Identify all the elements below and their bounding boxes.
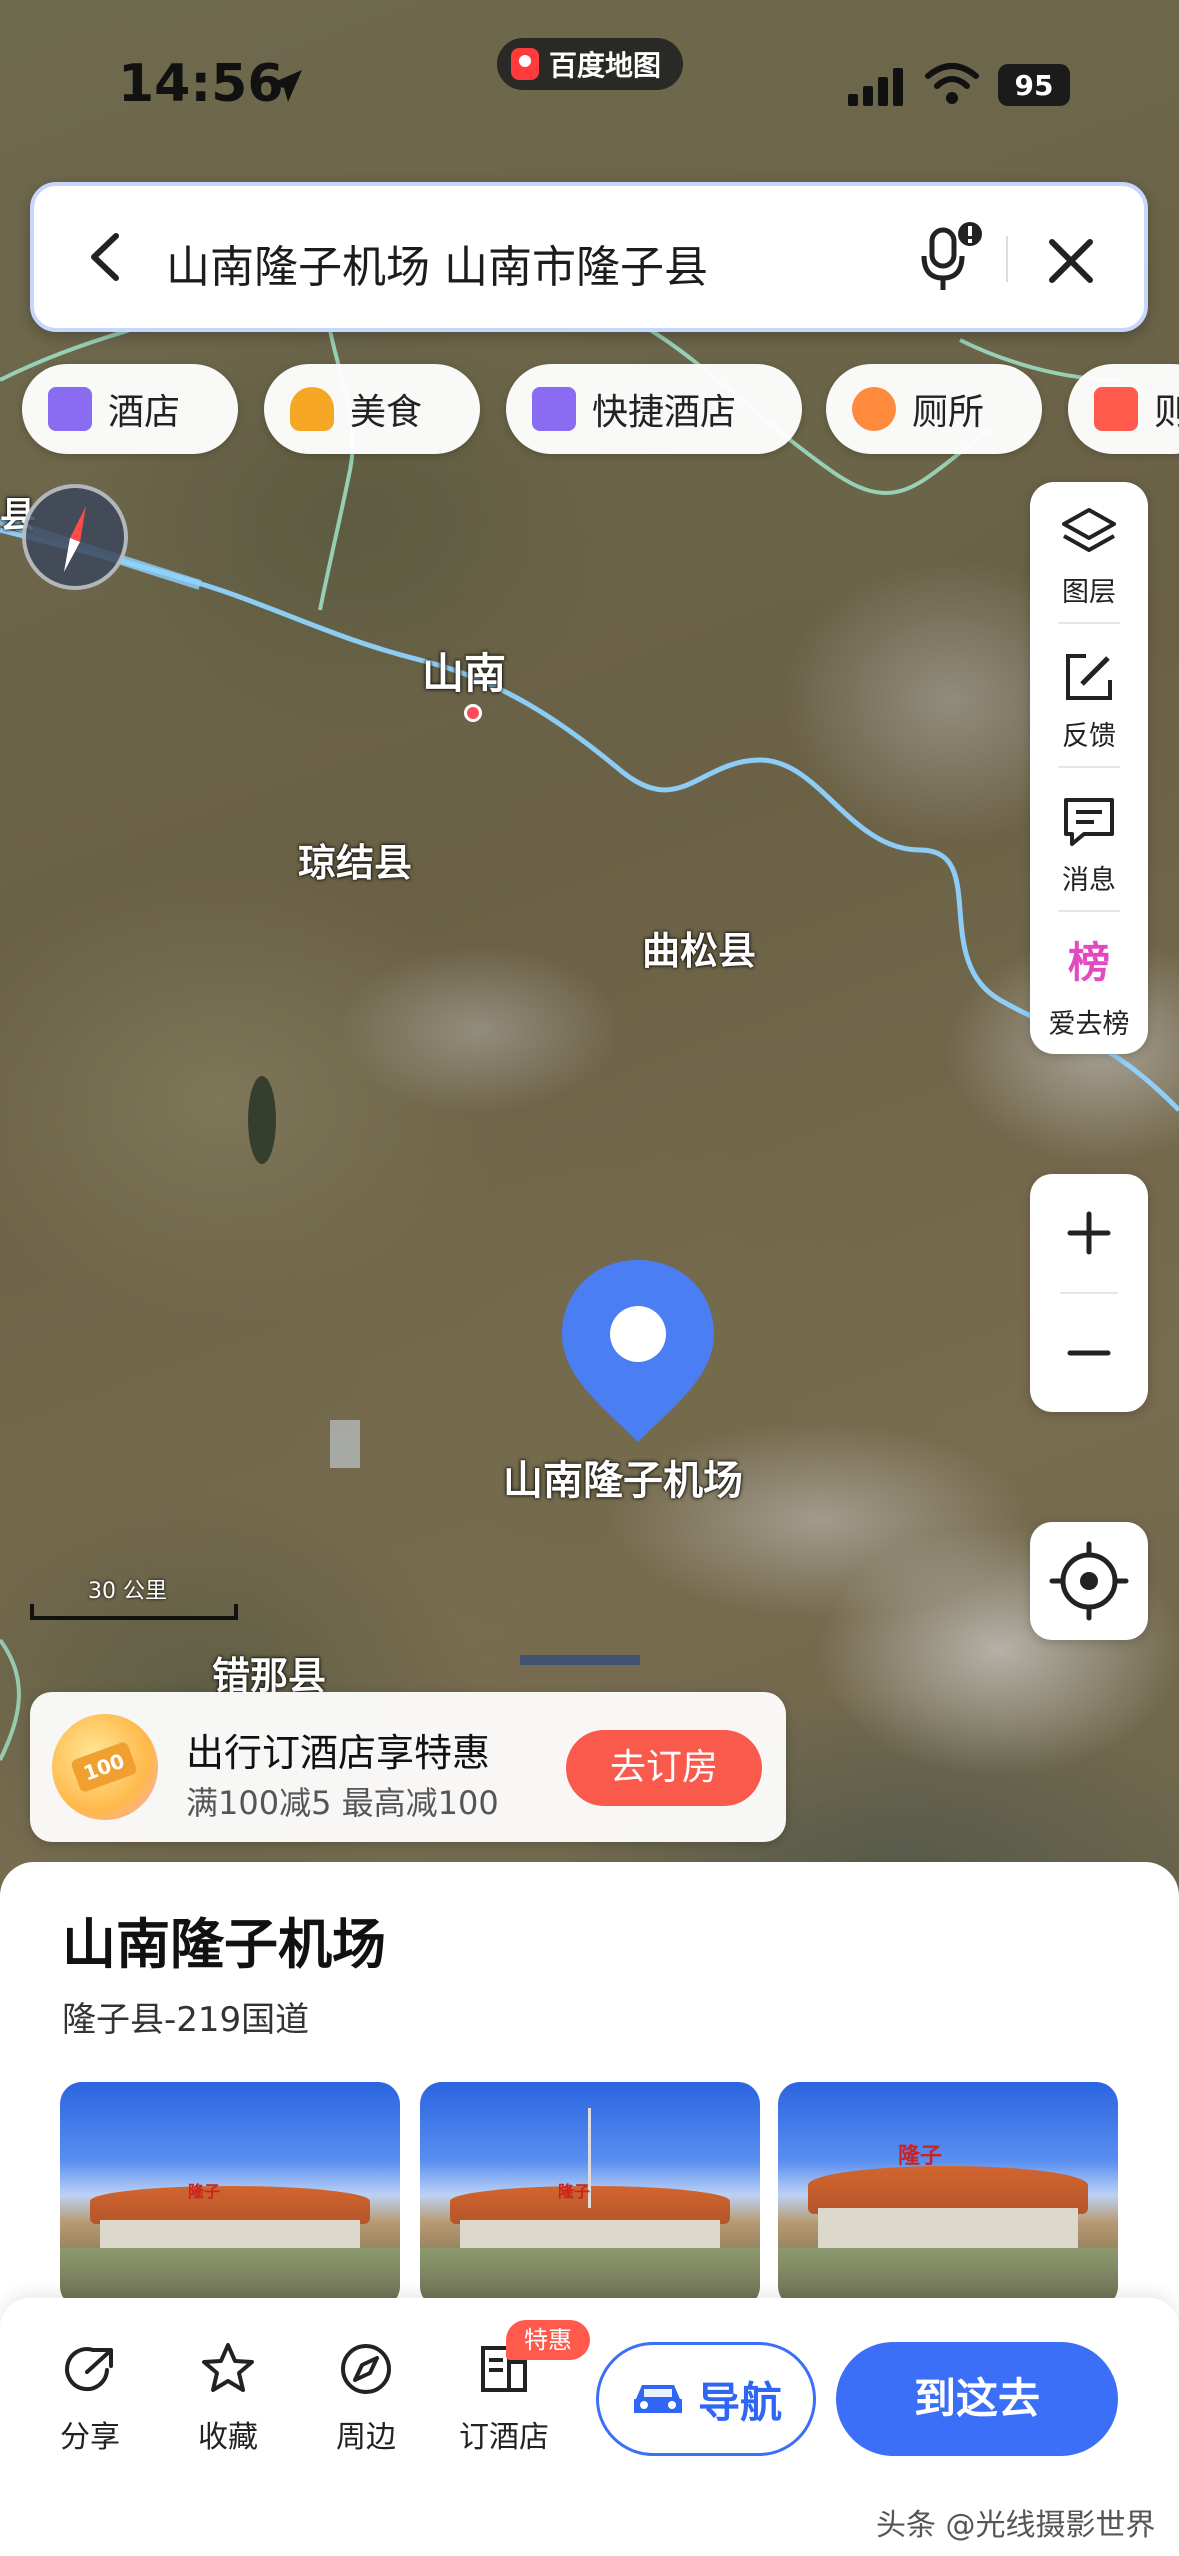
status-time: 14:56 <box>118 54 284 114</box>
coupon-value: 100 <box>69 1740 139 1794</box>
share-button[interactable]: 分享 <box>30 2340 150 2456</box>
layers-icon <box>1062 508 1116 552</box>
category-chip-food[interactable]: 美食 <box>264 364 480 454</box>
compass-icon <box>341 2344 391 2394</box>
tool-label: 爱去榜 <box>1048 1009 1130 1040</box>
favorite-button[interactable]: 收藏 <box>168 2340 288 2456</box>
place-name: 山南隆子机场 <box>62 1913 386 1976</box>
zoom-out-button[interactable] <box>1030 1294 1148 1412</box>
car-icon <box>633 2385 682 2413</box>
category-label: 则 <box>1154 392 1179 433</box>
category-chip-shopping[interactable]: 则 <box>1068 364 1179 454</box>
map-label-qiongjie[interactable]: 琼结县 <box>298 832 412 887</box>
category-label: 厕所 <box>912 392 985 433</box>
terminal-roof <box>90 2186 370 2224</box>
photo-sign: 隆子 <box>898 2144 943 2169</box>
category-label: 酒店 <box>108 392 181 433</box>
food-icon <box>290 387 334 431</box>
map-scale-label: 30 公里 <box>88 1579 167 1604</box>
app-name: 百度地图 <box>549 49 662 82</box>
baidu-map-logo-icon <box>511 48 539 80</box>
layers-button[interactable]: 图层 <box>1030 482 1148 622</box>
minus-icon <box>1067 1350 1111 1356</box>
app-indicator[interactable]: 百度地图 <box>497 38 683 90</box>
map-tools-panel: 图层 反馈 消息 榜 爱去榜 <box>1030 482 1148 1054</box>
book-hotel-button[interactable]: 去订房 <box>566 1730 762 1806</box>
action-label: 周边 <box>336 2420 396 2455</box>
tool-divider <box>1058 910 1120 912</box>
compass-icon <box>64 506 86 572</box>
search-query[interactable]: 山南隆子机场 山南市隆子县 <box>166 231 708 295</box>
microphone-icon[interactable] <box>916 220 986 296</box>
feedback-icon <box>1066 654 1112 700</box>
feedback-button[interactable]: 反馈 <box>1030 626 1148 766</box>
shopping-icon <box>1094 387 1138 431</box>
go-here-button[interactable]: 到这去 <box>836 2342 1118 2456</box>
hotel-icon <box>48 387 92 431</box>
zoom-in-button[interactable] <box>1030 1174 1148 1292</box>
zoom-control <box>1030 1174 1148 1412</box>
back-arrow-icon[interactable] <box>74 224 140 290</box>
city-marker[interactable] <box>464 704 482 722</box>
navigate-label: 导航 <box>697 2377 782 2427</box>
tool-label: 反馈 <box>1062 721 1116 752</box>
promo-title: 出行订酒店享特惠 <box>186 1731 491 1775</box>
action-label: 分享 <box>60 2420 120 2455</box>
tool-label: 消息 <box>1062 865 1116 896</box>
ranking-button[interactable]: 榜 爱去榜 <box>1030 914 1148 1054</box>
action-label: 订酒店 <box>459 2420 549 2455</box>
map-label-qusong[interactable]: 曲松县 <box>642 920 756 975</box>
ranking-icon: 榜 <box>1067 938 1110 987</box>
hotel-promo-banner[interactable]: 100 出行订酒店享特惠 满100减5 最高减100 去订房 <box>30 1692 786 1842</box>
plus-icon <box>1067 1211 1111 1255</box>
map-scale-bar <box>30 1604 238 1620</box>
battery-indicator: 95 <box>998 64 1070 106</box>
category-chip-hotel[interactable]: 酒店 <box>22 364 238 454</box>
cellular-signal-icon <box>848 68 903 106</box>
wifi-icon <box>925 63 979 104</box>
place-photo[interactable]: 隆子 <box>420 2082 760 2308</box>
search-divider <box>1006 236 1008 282</box>
photo-sign: 隆子 <box>188 2182 221 2201</box>
category-chip-toilet[interactable]: 厕所 <box>826 364 1042 454</box>
message-icon <box>1064 798 1114 846</box>
locate-me-button[interactable] <box>1030 1522 1148 1640</box>
place-photo[interactable]: 隆子 <box>60 2082 400 2308</box>
action-label: 收藏 <box>198 2420 258 2455</box>
message-button[interactable]: 消息 <box>1030 770 1148 910</box>
crosshair-icon <box>1049 1541 1129 1621</box>
tool-divider <box>1058 766 1120 768</box>
place-photo[interactable]: 隆子 <box>778 2082 1118 2308</box>
promo-subtitle: 满100减5 最高减100 <box>186 1784 499 1822</box>
nearby-button[interactable]: 周边 <box>306 2340 426 2456</box>
toilet-icon <box>852 387 896 431</box>
map-label-airport[interactable]: 山南隆子机场 <box>503 1448 743 1506</box>
discount-badge: 特惠 <box>506 2320 590 2360</box>
share-icon <box>65 2347 113 2392</box>
compass-button[interactable] <box>22 484 128 590</box>
location-pin-icon[interactable] <box>558 1256 718 1446</box>
search-bar[interactable]: 山南隆子机场 山南市隆子县 <box>30 182 1148 332</box>
budget-hotel-icon <box>532 387 576 431</box>
close-icon[interactable] <box>1040 230 1102 292</box>
location-services-icon <box>270 70 302 102</box>
category-chip-budget-hotel[interactable]: 快捷酒店 <box>506 364 802 454</box>
star-icon <box>202 2343 254 2392</box>
tool-divider <box>1058 622 1120 624</box>
photo-sign: 隆子 <box>558 2182 591 2201</box>
place-address: 隆子县-219国道 <box>62 2000 310 2040</box>
coupon-icon: 100 <box>52 1714 158 1820</box>
tool-label: 图层 <box>1062 577 1116 608</box>
category-label: 快捷酒店 <box>592 392 737 433</box>
map-label-shannan[interactable]: 山南 <box>422 640 506 701</box>
watermark: 头条 @光线摄影世界 <box>876 2508 1156 2543</box>
navigate-button[interactable]: 导航 <box>596 2342 816 2456</box>
category-label: 美食 <box>350 392 423 433</box>
terminal-roof <box>808 2166 1088 2214</box>
